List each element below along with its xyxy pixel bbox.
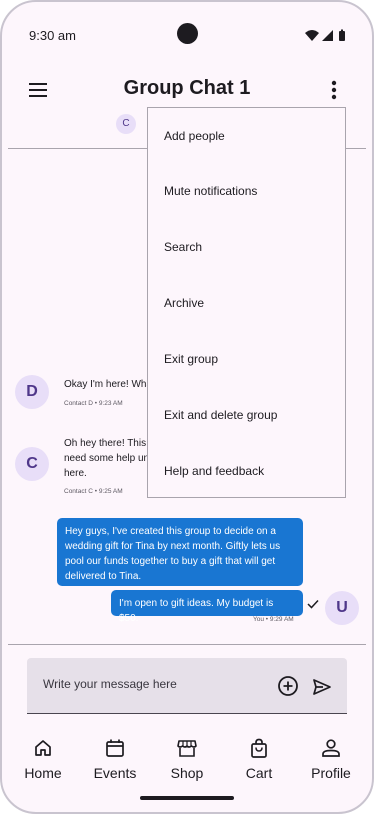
nav-label: Profile: [311, 765, 351, 781]
battery-icon: [339, 29, 345, 41]
menu-item-exit-group[interactable]: Exit group: [148, 331, 345, 387]
overflow-menu: Add people Mute notifications Search Arc…: [147, 107, 346, 498]
message-meta: Contact D • 9:23 AM: [64, 400, 123, 407]
check-icon: [307, 599, 319, 609]
phone-screen: 9:30 am Group Chat 1 C D Okay I'm here! …: [0, 0, 374, 814]
nav-item-events[interactable]: Events: [85, 737, 145, 781]
message-sender: You: [253, 616, 264, 623]
status-bar: 9:30 am: [2, 2, 372, 66]
message-line: here.: [64, 468, 87, 479]
status-icons: [305, 29, 345, 41]
message-sender: Contact D: [64, 400, 93, 407]
storefront-icon: [177, 740, 197, 757]
nav-label: Events: [93, 765, 137, 781]
message-line: need some help un: [64, 453, 150, 464]
menu-item-help-feedback[interactable]: Help and feedback: [148, 443, 345, 499]
shopping-bag-icon: [251, 738, 267, 758]
bottom-nav: Home Events Shop Cart Profile: [2, 722, 372, 792]
status-time: 9:30 am: [29, 28, 76, 43]
message-time: 9:25 AM: [98, 488, 123, 495]
add-circle-icon[interactable]: [277, 675, 299, 697]
nav-label: Home: [24, 765, 62, 781]
wifi-icon: [305, 30, 319, 41]
send-icon[interactable]: [311, 676, 333, 698]
my-message-bubble[interactable]: Hey guys, I've created this group to dec…: [57, 518, 303, 586]
participant-avatar[interactable]: C: [116, 114, 136, 134]
message-line: pool our funds together to buy a gift th…: [65, 556, 276, 567]
menu-item-mute-notifications[interactable]: Mute notifications: [148, 163, 345, 219]
nav-label: Shop: [170, 765, 204, 781]
message-text: Okay I'm here! Wha: [64, 377, 152, 392]
nav-item-shop[interactable]: Shop: [157, 737, 217, 781]
message-line: Oh hey there! This i: [64, 438, 152, 449]
message-meta: You • 9:29 AM: [253, 616, 294, 623]
message-line: Okay I'm here! Wha: [64, 379, 153, 390]
avatar[interactable]: C: [15, 447, 49, 481]
calendar-icon: [106, 739, 124, 757]
message-time: 9:29 AM: [269, 616, 294, 623]
message-meta: Contact C • 9:25 AM: [64, 488, 123, 495]
person-icon: [322, 739, 340, 757]
message-line: Hey guys, I've created this group to dec…: [65, 526, 276, 537]
nav-label: Cart: [245, 765, 273, 781]
message-time: 9:23 AM: [98, 400, 123, 407]
home-indicator[interactable]: [140, 796, 234, 800]
my-message-bubble[interactable]: I'm open to gift ideas. My budget is $50…: [111, 590, 303, 624]
more-vert-icon[interactable]: [320, 76, 348, 104]
avatar[interactable]: D: [15, 375, 49, 409]
message-sender: Contact C: [64, 488, 93, 495]
nav-item-home[interactable]: Home: [13, 737, 73, 781]
message-input[interactable]: [43, 672, 263, 696]
page-title: Group Chat 1: [123, 77, 251, 99]
message-text: Oh hey there! This i need some help un h…: [64, 436, 151, 481]
nav-item-cart[interactable]: Cart: [229, 737, 289, 781]
composer-divider: [8, 644, 366, 645]
menu-item-archive[interactable]: Archive: [148, 275, 345, 331]
nav-item-profile[interactable]: Profile: [301, 737, 361, 781]
menu-item-add-people[interactable]: Add people: [148, 108, 345, 163]
camera-cutout: [177, 23, 198, 44]
avatar[interactable]: U: [325, 591, 359, 625]
message-line: wedding gift for Tina by next month. Gif…: [65, 541, 281, 552]
message-line: delivered to Tina.: [65, 571, 142, 582]
menu-item-exit-and-delete[interactable]: Exit and delete group: [148, 387, 345, 443]
signal-icon: [322, 30, 333, 41]
message-text: I'm open to gift ideas. My budget is $50…: [119, 598, 274, 624]
message-composer: [27, 658, 347, 714]
home-icon: [35, 740, 51, 756]
menu-item-search[interactable]: Search: [148, 219, 345, 275]
